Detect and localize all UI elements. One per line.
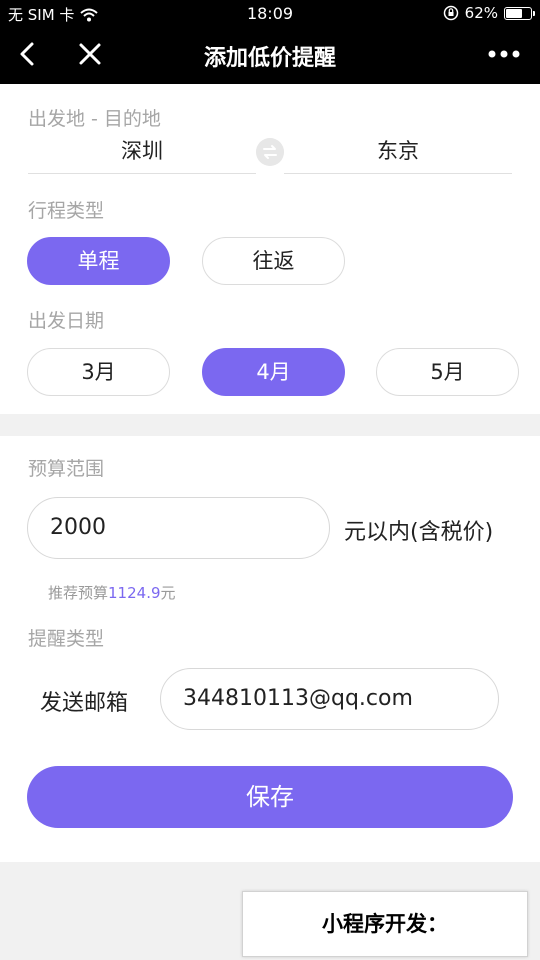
swap-icon[interactable] <box>256 138 284 166</box>
trip-type-label: 行程类型 <box>28 200 105 222</box>
budget-suffix: 元以内(含税价) <box>344 520 494 545</box>
status-bar: 无 SIM 卡 18:09 62% <box>0 0 540 28</box>
trip-type-oneway-button[interactable]: 单程 <box>27 237 170 285</box>
battery-percent: 62% <box>464 4 498 22</box>
month-may-button[interactable]: 5月 <box>376 348 519 396</box>
budget-reminder-card: 预算范围 2000 元以内(含税价) 推荐预算1124.9元 提醒类型 发送邮箱… <box>0 436 540 862</box>
hint-unit: 元 <box>160 584 176 602</box>
reminder-method-label: 发送邮箱 <box>40 691 129 716</box>
nav-bar: 添加低价提醒 <box>0 28 540 84</box>
budget-hint: 推荐预算1124.9元 <box>48 582 176 603</box>
hint-prefix: 推荐预算 <box>48 584 109 602</box>
reminder-type-label: 提醒类型 <box>28 628 105 650</box>
departure-date-label: 出发日期 <box>28 310 105 332</box>
page-title: 添加低价提醒 <box>203 46 336 71</box>
budget-label: 预算范围 <box>28 458 105 480</box>
origin-field[interactable]: 深圳 <box>28 136 256 174</box>
battery-fill <box>506 8 523 18</box>
trip-settings-card: 出发地 - 目的地 深圳 东京 行程类型 单程 往返 出发日期 3月 4月 5月 <box>0 84 540 414</box>
contact-watermark: 小程序开发：13691612727 <box>242 891 528 957</box>
route-label: 出发地 - 目的地 <box>28 108 161 130</box>
orientation-lock-icon <box>443 5 458 21</box>
battery-icon <box>504 6 535 20</box>
status-right: 62% <box>443 4 535 22</box>
month-march-button[interactable]: 3月 <box>27 348 170 396</box>
email-input[interactable]: 344810113@qq.com <box>160 668 499 730</box>
trip-type-roundtrip-button[interactable]: 往返 <box>202 237 345 285</box>
month-april-button[interactable]: 4月 <box>202 348 345 396</box>
save-button[interactable]: 保存 <box>27 766 513 828</box>
more-dots-icon[interactable] <box>484 38 524 70</box>
hint-value: 1124.9 <box>108 584 161 602</box>
budget-input[interactable]: 2000 <box>27 497 330 559</box>
destination-field[interactable]: 东京 <box>284 136 512 174</box>
